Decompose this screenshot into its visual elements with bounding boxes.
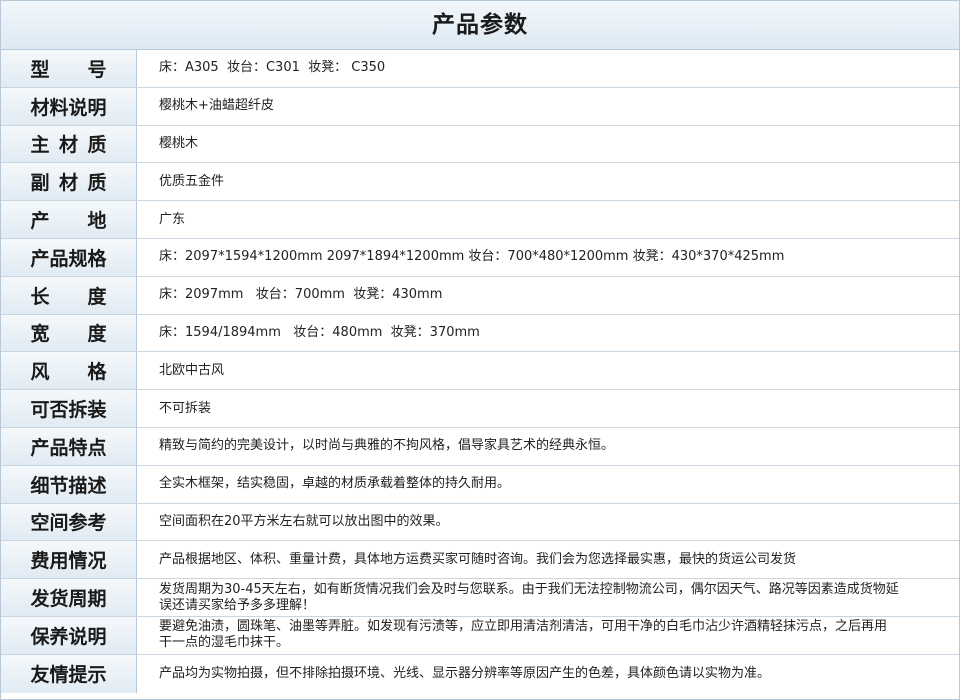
param-label: 可否拆装 bbox=[1, 390, 137, 427]
param-label-text: 细节描述 bbox=[30, 474, 107, 497]
param-row-material-desc: 材料说明 樱桃木+油蜡超纤皮 bbox=[1, 87, 959, 126]
param-label-text: 产品规格 bbox=[30, 247, 107, 270]
parameter-rows: 型号 床：A305 妆台：C301 妆凳： C350 材料说明 樱桃木+油蜡超纤皮主材… bbox=[1, 50, 959, 693]
param-row-sub-material: 副材质 优质五金件 bbox=[1, 163, 959, 202]
param-row-length: 长度 床：2097mm 妆台：700mm 妆凳：430mm bbox=[1, 276, 959, 315]
param-value: 床：1594/1894mm 妆台：480mm 妆凳：370mm bbox=[159, 324, 480, 340]
param-value: 发货周期为30-45天左右，如有断货情况我们会及时与您联系。由于我们无法控制物流… bbox=[159, 581, 899, 613]
param-label-text: 主材质 bbox=[30, 134, 107, 157]
param-row-style: 风格 北欧中古风 bbox=[1, 352, 959, 391]
param-label-text: 友情提示 bbox=[30, 664, 107, 687]
param-label-text: 风格 bbox=[30, 361, 107, 384]
param-value: 广东 bbox=[159, 211, 186, 227]
param-label-text: 空间参考 bbox=[30, 512, 107, 535]
param-row-spec: 产品规格 床：2097*1594*1200mm 2097*1894*1200mm … bbox=[1, 238, 959, 277]
param-label: 风格 bbox=[1, 352, 137, 390]
param-value: 空间面积在20平方米左右就可以放出图中的效果。 bbox=[159, 513, 449, 529]
param-value: 要避免油渍，圆珠笔、油墨等弄脏。如发现有污渍等，应立即用清洁剂清洁，可用干净的白… bbox=[159, 619, 888, 651]
param-label-text: 发货周期 bbox=[30, 588, 107, 611]
param-value: 床：A305 妆台：C301 妆凳： C350 bbox=[159, 60, 386, 76]
param-label: 友情提示 bbox=[1, 654, 137, 693]
param-value: 精致与简约的完美设计，以时尚与典雅的不拘风格，倡导家具艺术的经典永恒。 bbox=[159, 438, 615, 454]
param-value: 床：2097mm 妆台：700mm 妆凳：430mm bbox=[159, 287, 443, 303]
param-label-text: 产地 bbox=[30, 210, 107, 233]
param-row-origin: 产地 广东 bbox=[1, 201, 959, 239]
param-row-detachable: 可否拆装 不可拆装 bbox=[1, 390, 959, 428]
param-row-notice: 友情提示 产品均为实物拍摄，但不排除拍摄环境、光线、显示器分辨率等原因产生的色差，… bbox=[1, 654, 959, 693]
param-label-text: 副材质 bbox=[30, 172, 107, 195]
product-parameters-table: 产品参数 型号 床：A305 妆台：C301 妆凳： C350 材料说明 樱桃木+油蜡… bbox=[0, 0, 960, 700]
param-row-width: 宽度 床：1594/1894mm 妆台：480mm 妆凳：370mm bbox=[1, 314, 959, 353]
param-value: 产品均为实物拍摄，但不排除拍摄环境、光线、显示器分辨率等原因产生的色差，具体颜色… bbox=[159, 665, 771, 681]
param-value: 床：2097*1594*1200mm 2097*1894*1200mm 妆台：7… bbox=[159, 249, 785, 265]
param-label-text: 费用情况 bbox=[30, 550, 107, 573]
param-label: 产品规格 bbox=[1, 238, 137, 276]
param-row-main-material: 主材质 樱桃木 bbox=[1, 125, 959, 164]
param-label: 主材质 bbox=[1, 125, 137, 163]
param-label: 发货周期 bbox=[1, 579, 137, 616]
param-value: 全实木框架，结实稳固，卓越的材质承载着整体的持久耐用。 bbox=[159, 476, 511, 492]
param-label-text: 材料说明 bbox=[30, 96, 107, 119]
param-label: 产地 bbox=[1, 201, 137, 238]
param-value: 产品根据地区、体积、重量计费，具体地方运费买家可随时咨询。我们会为您选择最实惠，… bbox=[159, 551, 797, 567]
param-value: 不可拆装 bbox=[159, 400, 212, 416]
param-label-text: 宽度 bbox=[30, 323, 107, 346]
param-value: 樱桃木+油蜡超纤皮 bbox=[159, 98, 274, 114]
param-label: 产品特点 bbox=[1, 427, 137, 465]
param-label: 细节描述 bbox=[1, 465, 137, 503]
param-label: 空间参考 bbox=[1, 503, 137, 541]
param-label: 宽度 bbox=[1, 314, 137, 352]
param-label-text: 型号 bbox=[30, 58, 107, 81]
param-row-cost: 费用情况 产品根据地区、体积、重量计费，具体地方运费买家可随时咨询。我们会为您选择… bbox=[1, 541, 959, 580]
param-label: 副材质 bbox=[1, 163, 137, 201]
param-row-space: 空间参考 空间面积在20平方米左右就可以放出图中的效果。 bbox=[1, 503, 959, 542]
param-row-details: 细节描述 全实木框架，结实稳固，卓越的材质承载着整体的持久耐用。 bbox=[1, 465, 959, 504]
param-label: 费用情况 bbox=[1, 541, 137, 579]
param-label-text: 可否拆装 bbox=[30, 399, 107, 422]
param-value: 优质五金件 bbox=[159, 173, 225, 189]
param-row-model: 型号 床：A305 妆台：C301 妆凳： C350 bbox=[1, 50, 959, 88]
param-label-text: 长度 bbox=[30, 285, 107, 308]
param-row-features: 产品特点 精致与简约的完美设计，以时尚与典雅的不拘风格，倡导家具艺术的经典永恒。 bbox=[1, 427, 959, 466]
param-row-shipping: 发货周期 发货周期为30-45天左右，如有断货情况我们会及时与您联系。由于我们无法… bbox=[1, 579, 959, 617]
table-title: 产品参数 bbox=[1, 1, 959, 50]
param-label-text: 产品特点 bbox=[30, 436, 107, 459]
param-label: 保养说明 bbox=[1, 616, 137, 654]
param-value: 樱桃木 bbox=[159, 135, 199, 151]
param-label: 长度 bbox=[1, 276, 137, 314]
param-label: 型号 bbox=[1, 50, 137, 87]
param-row-care: 保养说明 要避免油渍，圆珠笔、油墨等弄脏。如发现有污渍等，应立即用清洁剂清洁，可用… bbox=[1, 616, 959, 655]
param-label-text: 保养说明 bbox=[30, 625, 107, 648]
param-label: 材料说明 bbox=[1, 87, 137, 125]
param-value: 北欧中古风 bbox=[159, 362, 225, 378]
